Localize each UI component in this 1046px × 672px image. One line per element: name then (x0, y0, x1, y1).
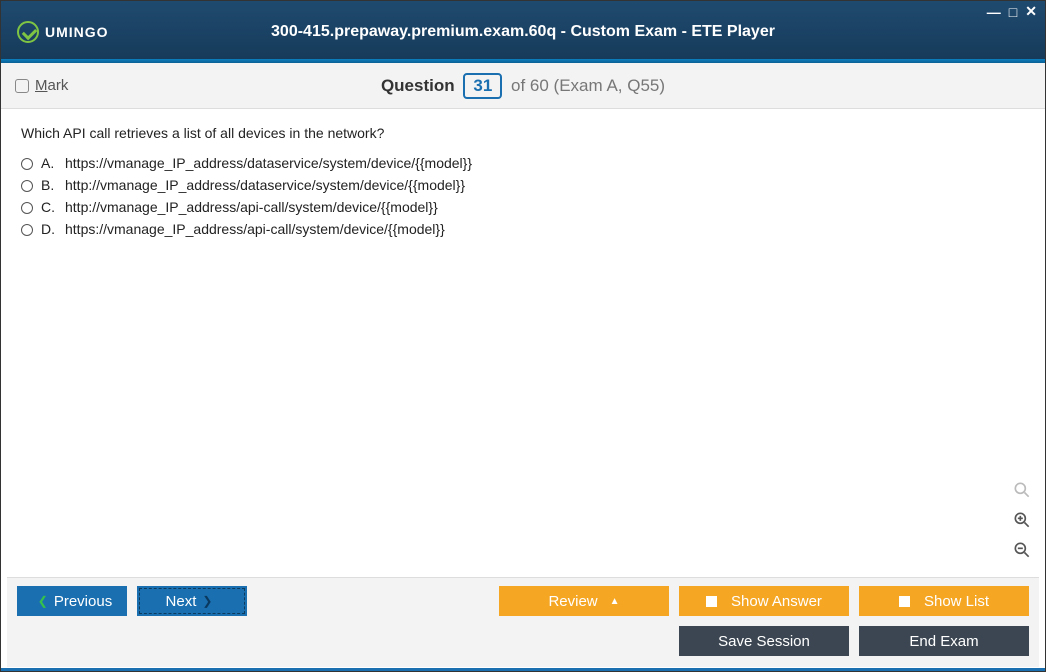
review-label: Review (548, 593, 597, 610)
search-icon[interactable] (1011, 479, 1033, 501)
question-text: Which API call retrieves a list of all d… (21, 125, 1025, 141)
show-list-button[interactable]: Show List (859, 586, 1029, 616)
previous-label: Previous (54, 593, 112, 610)
option-row[interactable]: C. http://vmanage_IP_address/api-call/sy… (21, 199, 1025, 215)
show-answer-label: Show Answer (731, 593, 822, 610)
end-exam-button[interactable]: End Exam (859, 626, 1029, 656)
option-row[interactable]: B. http://vmanage_IP_address/dataservice… (21, 177, 1025, 193)
show-list-label: Show List (924, 593, 989, 610)
question-indicator: Question 31 of 60 (Exam A, Q55) (1, 73, 1045, 99)
question-content: Which API call retrieves a list of all d… (7, 113, 1039, 573)
radio-icon[interactable] (21, 180, 33, 192)
option-text: http://vmanage_IP_address/api-call/syste… (65, 199, 438, 215)
question-number: 31 (463, 73, 502, 99)
question-of-text: of 60 (Exam A, Q55) (511, 76, 665, 95)
zoom-out-icon[interactable] (1011, 539, 1033, 561)
review-button[interactable]: Review ▲ (499, 586, 669, 616)
option-letter: A. (41, 155, 57, 171)
radio-icon[interactable] (21, 158, 33, 170)
option-row[interactable]: D. https://vmanage_IP_address/api-call/s… (21, 221, 1025, 237)
chevron-right-icon: ❯ (202, 594, 212, 608)
save-session-button[interactable]: Save Session (679, 626, 849, 656)
option-letter: D. (41, 221, 57, 237)
next-label: Next (166, 593, 197, 610)
option-row[interactable]: A. https://vmanage_IP_address/dataservic… (21, 155, 1025, 171)
triangle-up-icon: ▲ (610, 596, 620, 607)
radio-icon[interactable] (21, 202, 33, 214)
option-text: http://vmanage_IP_address/dataservice/sy… (65, 177, 465, 193)
next-button[interactable]: Next ❯ (137, 586, 247, 616)
zoom-in-icon[interactable] (1011, 509, 1033, 531)
option-letter: B. (41, 177, 57, 193)
window-controls: — □ ✕ (987, 3, 1037, 20)
titlebar: UMINGO 300-415.prepaway.premium.exam.60q… (1, 1, 1045, 63)
show-answer-button[interactable]: Show Answer (679, 586, 849, 616)
close-icon[interactable]: ✕ (1025, 3, 1037, 20)
question-header: Mark Question 31 of 60 (Exam A, Q55) (1, 63, 1045, 109)
checkbox-icon (706, 596, 717, 607)
footer: ❮ Previous Next ❯ Review ▲ Show Answer S… (7, 577, 1039, 667)
previous-button[interactable]: ❮ Previous (17, 586, 127, 616)
window-title: 300-415.prepaway.premium.exam.60q - Cust… (1, 23, 1045, 41)
radio-icon[interactable] (21, 224, 33, 236)
zoom-tools (1011, 479, 1033, 561)
bottom-accent (1, 668, 1045, 671)
end-exam-label: End Exam (909, 633, 978, 650)
save-session-label: Save Session (718, 633, 810, 650)
minimize-icon[interactable]: — (987, 4, 1001, 20)
option-text: https://vmanage_IP_address/dataservice/s… (65, 155, 472, 171)
question-word: Question (381, 76, 455, 95)
chevron-left-icon: ❮ (38, 594, 48, 608)
option-letter: C. (41, 199, 57, 215)
checkbox-icon (899, 596, 910, 607)
maximize-icon[interactable]: □ (1009, 4, 1017, 20)
option-text: https://vmanage_IP_address/api-call/syst… (65, 221, 445, 237)
